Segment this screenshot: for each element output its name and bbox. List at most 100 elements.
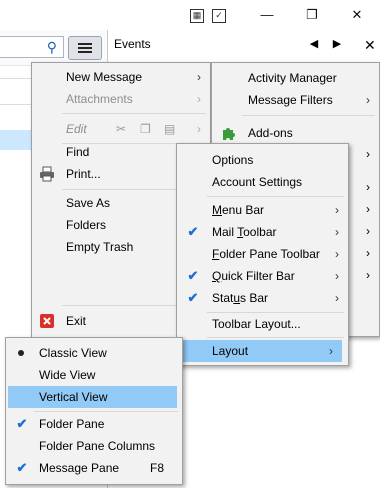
menu-item-edit[interactable]: Edit ✂ ❐ ▤ › [32, 118, 210, 140]
chevron-right-icon: › [366, 268, 370, 282]
menu-item-message-filters[interactable]: Message Filters › [212, 89, 379, 111]
label-part: older Pane Toolbar [219, 247, 320, 261]
menu-item-label: Activity Manager [248, 71, 337, 85]
menu-item-activity-manager[interactable]: Activity Manager [212, 67, 379, 89]
menu-item-status-bar[interactable]: ✔ Status Bar › [177, 287, 348, 309]
label-accesskey: M [212, 203, 222, 217]
menu-item-label: Vertical View [39, 390, 108, 404]
tasks-icon[interactable]: ✓ [212, 9, 226, 23]
minimize-button[interactable]: — [252, 0, 282, 30]
menu-item-label: Folder Pane Toolbar [212, 243, 320, 265]
app-menu-button[interactable] [68, 36, 102, 60]
menu-item-label: Add-ons [248, 126, 293, 140]
copy-icon[interactable]: ❐ [140, 118, 151, 140]
menu-separator [62, 113, 206, 114]
menu-item-label: Save As [66, 196, 111, 210]
menu-item-vertical-view[interactable]: Vertical View [8, 386, 177, 408]
menu-item-folder-pane-toolbar[interactable]: Folder Pane Toolbar › [177, 243, 348, 265]
exit-icon [40, 314, 54, 328]
menu-item-label: Mail Toolbar [212, 221, 276, 243]
menu-item-label: Classic View [39, 346, 107, 360]
menu-item-label: Folder Pane Columns [39, 439, 156, 453]
menu-item-label: Edit [66, 122, 87, 136]
menu-item-label: Account Settings [212, 175, 303, 189]
menu-item-classic-view[interactable]: Classic View [6, 342, 182, 364]
menu-separator [34, 411, 178, 412]
menu-item-label: Quick Filter Bar [212, 265, 295, 287]
close-pane-icon[interactable]: ✕ [364, 37, 376, 54]
menu-separator [207, 196, 344, 197]
chevron-right-icon: › [329, 344, 333, 358]
radio-selected-icon [18, 350, 24, 356]
menu-item-label: Options [212, 153, 254, 167]
menu-item-label: Attachments [66, 92, 133, 106]
hamburger-icon-bar [78, 47, 92, 49]
next-arrow-icon[interactable]: ▶ [328, 30, 346, 58]
chevron-right-icon: › [335, 225, 339, 239]
menu-item-label: Find [66, 145, 90, 159]
hamburger-icon [78, 43, 92, 45]
menu-item-toolbar-layout[interactable]: Toolbar Layout... [177, 313, 348, 335]
label-part: enu Bar [222, 203, 265, 217]
label-part: s Bar [240, 291, 269, 305]
label-accesskey: Q [212, 269, 222, 283]
search-icon[interactable]: ⚲ [47, 39, 57, 56]
calendar-icon[interactable]: ▦ [190, 9, 204, 23]
menu-item-label: Toolbar Layout... [212, 317, 301, 331]
menu-item-label: Folder Pane [39, 417, 105, 431]
menu-item-options[interactable]: Options [177, 149, 348, 171]
menu-item-folder-pane-columns[interactable]: Folder Pane Columns [6, 435, 182, 457]
chevron-right-icon: › [335, 269, 339, 283]
menu-item-label: Message Filters [248, 93, 333, 107]
menu-separator [242, 115, 375, 116]
chevron-right-icon: › [335, 203, 339, 217]
close-button[interactable]: ✕ [342, 0, 372, 30]
checkmark-icon: ✔ [187, 224, 199, 239]
menu-item-new-message[interactable]: New Message › [32, 66, 210, 88]
menu-item-label: Folders [66, 218, 107, 232]
menu-item-wide-view[interactable]: Wide View [6, 364, 182, 386]
printer-icon [40, 166, 54, 182]
menu-item-message-pane[interactable]: ✔ Message Pane F8 [6, 457, 182, 479]
menu-item-account-settings[interactable]: Account Settings [177, 171, 348, 193]
menu-item-label: Status Bar [212, 287, 268, 309]
label-part: Stat [212, 291, 234, 305]
label-part: uick Filter Bar [221, 269, 295, 283]
hamburger-icon-bar [78, 51, 92, 53]
search-input[interactable]: ⚲ [0, 36, 64, 58]
menu-item-folder-pane[interactable]: ✔ Folder Pane [6, 413, 182, 435]
menu-item-layout[interactable]: Layout › [179, 340, 342, 362]
menu-item-label: Empty Trash [66, 240, 134, 254]
cut-icon[interactable]: ✂ [116, 118, 126, 140]
menu-separator [207, 337, 344, 338]
menu-item-menu-bar[interactable]: Menu Bar › [177, 199, 348, 221]
chevron-right-icon: › [197, 122, 201, 136]
paste-icon[interactable]: ▤ [164, 118, 175, 140]
chevron-right-icon: › [335, 247, 339, 261]
checkmark-icon: ✔ [187, 290, 199, 305]
chevron-right-icon: › [366, 147, 370, 161]
menu-item-mail-toolbar[interactable]: ✔ Mail Toolbar › [177, 221, 348, 243]
menu-item-quick-filter-bar[interactable]: ✔ Quick Filter Bar › [177, 265, 348, 287]
chevron-right-icon: › [366, 93, 370, 107]
checkmark-icon: ✔ [16, 416, 28, 431]
chevron-right-icon: › [335, 291, 339, 305]
menu-item-add-ons[interactable]: Add-ons [212, 122, 379, 144]
restore-button[interactable]: ❐ [297, 0, 327, 30]
menu-item-label: Exit [66, 314, 87, 328]
chevron-right-icon: › [366, 202, 370, 216]
prev-arrow-icon[interactable]: ◀ [305, 30, 323, 58]
chevron-right-icon: › [366, 246, 370, 260]
menu-item-label: Message Pane [39, 461, 120, 475]
menu-item-label: Wide View [39, 368, 96, 382]
options-submenu: Options Account Settings Menu Bar › ✔ Ma… [176, 143, 349, 366]
events-title: Events [114, 37, 151, 51]
puzzle-icon [223, 128, 235, 140]
label-part: oolbar [243, 225, 277, 239]
menu-item-label: Menu Bar [212, 199, 264, 221]
chevron-right-icon: › [197, 70, 201, 84]
shortcut-label: F8 [150, 461, 165, 475]
checkmark-icon: ✔ [187, 268, 199, 283]
layout-submenu: Classic View Wide View Vertical View ✔ F… [5, 337, 183, 485]
menu-item-attachments[interactable]: Attachments › [32, 88, 210, 110]
